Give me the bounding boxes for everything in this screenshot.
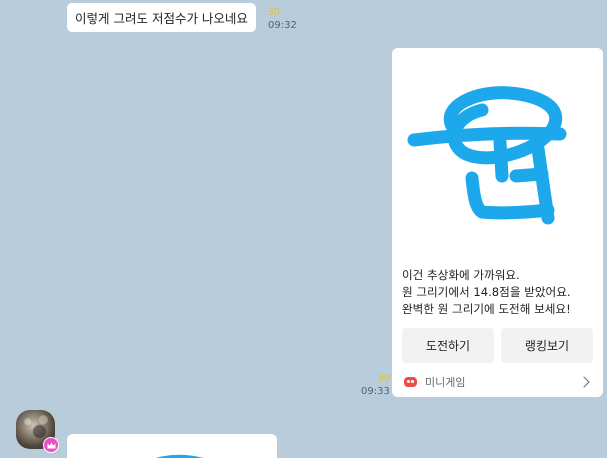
message-bubble[interactable]: 이렇게 그려도 저점수가 나오네요 bbox=[67, 3, 256, 32]
card-line: 완벽한 원 그리기에 도전해 보세요! bbox=[402, 302, 571, 316]
minigame-footer-link[interactable]: 미니게임 bbox=[392, 367, 603, 397]
drawing-stroke bbox=[509, 167, 549, 183]
game-controller-icon bbox=[404, 377, 417, 387]
message-time: 09:33 bbox=[361, 385, 390, 397]
card-line: 이건 추상화에 가까워요. bbox=[402, 268, 520, 282]
message-meta: 30 09:33 bbox=[361, 374, 390, 397]
message-time: 09:32 bbox=[268, 19, 297, 31]
drawing-svg bbox=[407, 86, 567, 225]
drawing-image[interactable] bbox=[392, 48, 603, 258]
chat-area[interactable]: 이렇게 그려도 저점수가 나오네요 30 09:32 이건 추상화에 가까워요.… bbox=[0, 0, 607, 458]
challenge-button[interactable]: 도전하기 bbox=[402, 328, 494, 363]
minigame-result-card[interactable]: 이건 추상화에 가까워요. 원 그리기에서 14.8점을 받았어요. 완벽한 원… bbox=[392, 48, 603, 397]
ranking-button[interactable]: 랭킹보기 bbox=[501, 328, 593, 363]
unread-count: 30 bbox=[268, 7, 281, 18]
drawing-stroke bbox=[493, 135, 509, 183]
card-description: 이건 추상화에 가까워요. 원 그리기에서 14.8점을 받았어요. 완벽한 원… bbox=[402, 267, 598, 318]
card-line: 원 그리기에서 14.8점을 받았어요. bbox=[402, 285, 571, 299]
unread-count: 30 bbox=[377, 373, 390, 384]
crown-icon bbox=[43, 437, 59, 453]
partial-message-card[interactable] bbox=[67, 434, 277, 458]
partial-drawing-svg bbox=[155, 454, 204, 458]
avatar[interactable] bbox=[16, 410, 59, 453]
chevron-right-icon bbox=[578, 376, 590, 388]
message-text: 이렇게 그려도 저점수가 나오네요 bbox=[75, 11, 248, 26]
footer-label: 미니게임 bbox=[425, 376, 466, 389]
message-meta: 30 09:32 bbox=[268, 8, 297, 31]
card-buttons: 도전하기 랭킹보기 bbox=[402, 328, 593, 363]
